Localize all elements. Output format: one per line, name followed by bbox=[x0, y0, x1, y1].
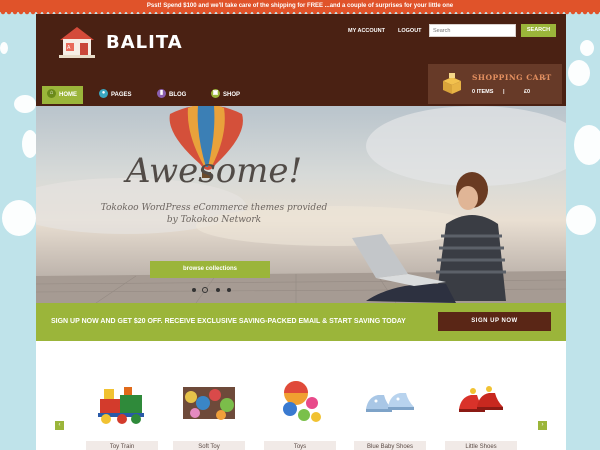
product-name[interactable]: Soft Toy bbox=[173, 441, 245, 450]
cloud-decoration bbox=[580, 40, 594, 56]
soft-toy-image[interactable] bbox=[181, 373, 237, 429]
product-card[interactable]: Toys £5 bbox=[264, 373, 336, 450]
little-shoes-image[interactable] bbox=[453, 373, 509, 429]
nav-item-label: PAGES bbox=[111, 92, 132, 98]
page-frame: A BALITA MY ACCOUNT LOGOUT SEARCH ⌂HOME … bbox=[36, 14, 566, 450]
nav-item-shop[interactable]: ▣ SHOP bbox=[206, 86, 246, 104]
search-input[interactable] bbox=[429, 24, 516, 37]
logout-link[interactable]: LOGOUT bbox=[398, 28, 422, 34]
slider-dot-active[interactable] bbox=[202, 287, 208, 293]
slider-dot[interactable] bbox=[192, 288, 196, 292]
cloud-decoration bbox=[2, 200, 36, 236]
toys-image[interactable] bbox=[272, 373, 328, 429]
product-name[interactable]: Toy Train bbox=[86, 441, 158, 450]
cloud-decoration bbox=[568, 60, 590, 86]
cloud-decoration bbox=[14, 95, 36, 113]
nav-item-blog[interactable]: ▮ BLOG bbox=[152, 86, 192, 104]
hero-subtitle: Tokokoo WordPress eCommerce themes provi… bbox=[100, 203, 328, 225]
my-account-link[interactable]: MY ACCOUNT bbox=[348, 28, 385, 34]
cloud-decoration bbox=[0, 42, 8, 54]
cloud-decoration bbox=[574, 125, 600, 165]
nav-item-label: BLOG bbox=[169, 92, 187, 98]
slider-dot[interactable] bbox=[216, 288, 220, 292]
bag-icon: ▣ bbox=[211, 88, 220, 98]
nav-item-home[interactable]: ⌂ HOME bbox=[42, 86, 83, 104]
carousel-prev-arrow-icon[interactable]: ‹ bbox=[55, 421, 64, 430]
cart-title: SHOPPING CART bbox=[472, 73, 552, 82]
product-card[interactable]: Little Shoes £5 bbox=[445, 373, 517, 450]
sign-up-button[interactable]: SIGN UP NOW bbox=[438, 312, 551, 331]
home-icon: ⌂ bbox=[47, 88, 56, 98]
cart-total: £0 bbox=[524, 89, 531, 95]
hero-title: Awesome! bbox=[126, 151, 303, 191]
cart-item-count: 0 ITEMS bbox=[472, 89, 494, 95]
nav-item-label: SHOP bbox=[223, 92, 241, 98]
toy-train-image[interactable] bbox=[94, 373, 150, 429]
signup-banner: SIGN UP NOW AND GET $20 OFF. RECEIVE EXC… bbox=[36, 303, 566, 341]
logo-text[interactable]: BALITA bbox=[106, 32, 183, 53]
product-carousel: ‹ › Toy Train £5 bbox=[36, 341, 566, 450]
slider-dot[interactable] bbox=[227, 288, 231, 292]
product-name[interactable]: Little Shoes bbox=[445, 441, 517, 450]
signup-text: SIGN UP NOW AND GET $20 OFF. RECEIVE EXC… bbox=[51, 318, 406, 325]
cart-separator: | bbox=[503, 89, 505, 95]
house-logo-icon[interactable]: A bbox=[56, 24, 98, 60]
search-button[interactable]: SEARCH bbox=[521, 24, 556, 37]
product-card[interactable]: Soft Toy £5 bbox=[173, 373, 245, 450]
nav-item-label: HOME bbox=[59, 92, 77, 98]
product-card[interactable]: Toy Train £5 bbox=[86, 373, 158, 450]
blue-baby-shoes-image[interactable] bbox=[362, 373, 418, 429]
promo-banner: Psst! Spend $100 and we'll take care of … bbox=[0, 0, 600, 15]
svg-text:A: A bbox=[67, 45, 71, 51]
shopping-cart-widget[interactable]: SHOPPING CART ⌄ 0 ITEMS | £0 bbox=[428, 64, 562, 104]
product-name[interactable]: Toys bbox=[264, 441, 336, 450]
promo-text: Psst! Spend $100 and we'll take care of … bbox=[146, 3, 454, 9]
cloud-decoration bbox=[566, 205, 596, 235]
product-name[interactable]: Blue Baby Shoes bbox=[354, 441, 426, 450]
chevron-down-icon[interactable]: ⌄ bbox=[542, 73, 548, 81]
product-card[interactable]: Blue Baby Shoes £5 bbox=[354, 373, 426, 450]
site-header: A BALITA MY ACCOUNT LOGOUT SEARCH ⌂HOME … bbox=[36, 14, 566, 106]
hero-slider: Awesome! Tokokoo WordPress eCommerce the… bbox=[36, 106, 566, 303]
cart-box-icon bbox=[443, 73, 461, 94]
globe-icon: ● bbox=[99, 88, 108, 98]
book-icon: ▮ bbox=[157, 88, 166, 98]
carousel-next-arrow-icon[interactable]: › bbox=[538, 421, 547, 430]
browse-collections-button[interactable]: browse collections bbox=[150, 261, 270, 278]
nav-item-pages[interactable]: ● PAGES bbox=[94, 86, 138, 104]
